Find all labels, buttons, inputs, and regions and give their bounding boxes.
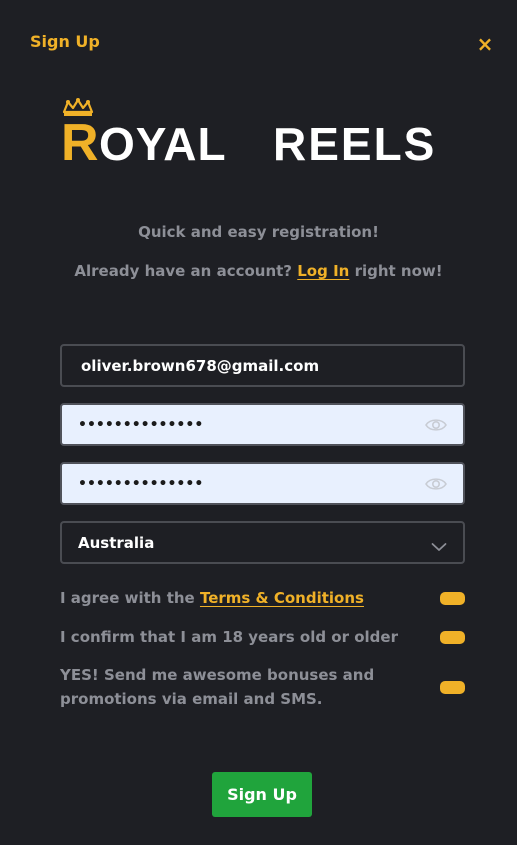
terms-toggle[interactable]	[440, 591, 465, 605]
login-link[interactable]: Log In	[297, 262, 349, 280]
terms-consent-row: I agree with the Terms & Conditions	[60, 586, 465, 610]
password-field[interactable]: ••••••••••••••	[60, 403, 465, 446]
country-select[interactable]: Australia	[60, 521, 465, 564]
chevron-down-icon	[431, 538, 447, 551]
logo-first-letter: R	[61, 114, 99, 168]
email-value: oliver.brown678@gmail.com	[81, 356, 320, 375]
terms-consent-label: I agree with the Terms & Conditions	[60, 586, 364, 610]
logo-word-royal: OYAL	[99, 118, 227, 168]
signup-button[interactable]: Sign Up	[212, 772, 312, 817]
promo-consent-row: YES! Send me awesome bonuses and promoti…	[60, 663, 465, 711]
age-consent-label: I confirm that I am 18 years old or olde…	[60, 628, 398, 646]
signup-modal: Sign Up × R OYAL REELS Quick and easy re…	[0, 0, 517, 845]
logo-graphic: R OYAL REELS	[61, 98, 436, 168]
royal-reels-logo: R OYAL REELS	[60, 98, 460, 168]
registration-tagline: Quick and easy registration!	[138, 223, 379, 241]
login-prefix: Already have an account?	[74, 262, 293, 280]
password-value: ••••••••••••••	[78, 416, 204, 433]
age-consent-row: I confirm that I am 18 years old or olde…	[60, 625, 465, 649]
age-toggle[interactable]	[440, 630, 465, 644]
login-prompt: Already have an account? Log In right no…	[0, 262, 517, 280]
login-suffix: right now!	[354, 262, 443, 280]
terms-prefix: I agree with the	[60, 589, 195, 607]
promo-toggle[interactable]	[440, 680, 465, 694]
show-confirm-password-eye-icon[interactable]	[425, 476, 447, 492]
confirm-password-value: ••••••••••••••	[78, 475, 204, 492]
modal-title: Sign Up	[30, 32, 100, 51]
country-value: Australia	[78, 533, 155, 552]
close-icon[interactable]: ×	[474, 33, 496, 55]
logo-word-reels: REELS	[273, 118, 436, 168]
terms-link[interactable]: Terms & Conditions	[200, 589, 364, 607]
show-password-eye-icon[interactable]	[425, 417, 447, 433]
promo-consent-label: YES! Send me awesome bonuses and promoti…	[60, 666, 375, 708]
confirm-password-field[interactable]: ••••••••••••••	[60, 462, 465, 505]
email-field[interactable]: oliver.brown678@gmail.com	[60, 344, 465, 387]
